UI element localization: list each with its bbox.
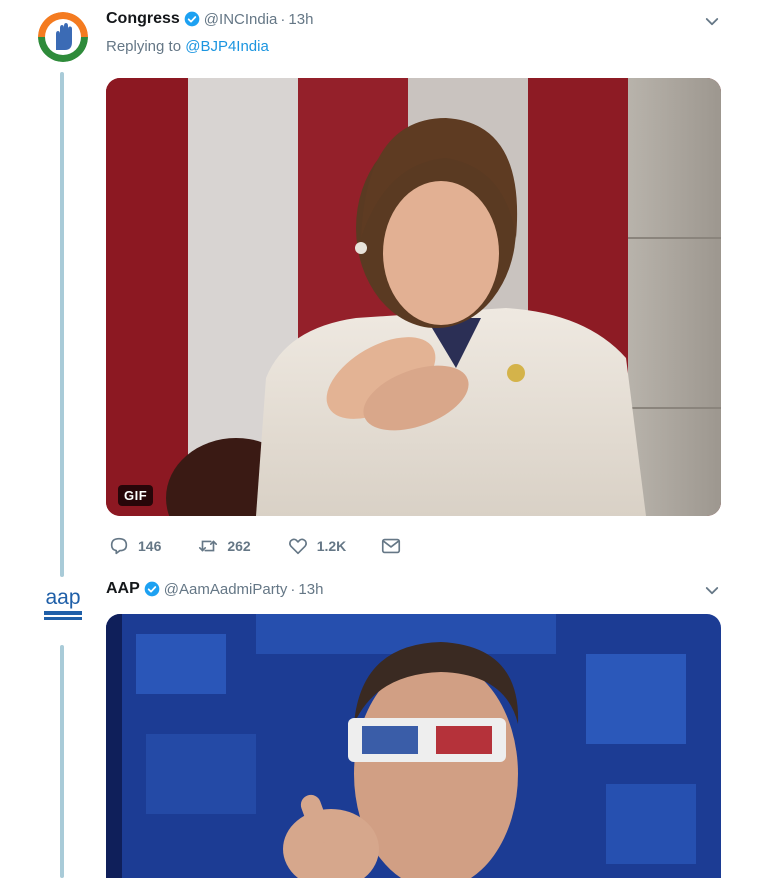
tweet-1-header: Congress @INCIndia · 13h [106,8,313,30]
thread-line-1 [60,72,64,577]
verified-badge-icon [184,11,200,27]
replying-to-link[interactable]: @BJP4India [185,38,269,55]
retweet-count: 262 [227,538,251,554]
retweet-icon [199,540,218,552]
tweet-1-separator: · [280,10,286,28]
tweet-2-time[interactable]: 13h [298,581,323,598]
tweet-2-header: AAP @AamAadmiParty · 13h [106,578,323,600]
chevron-down-icon[interactable] [703,582,721,600]
tweet-1-actions: 146 262 1.2K [108,532,402,560]
heart-icon [288,538,307,555]
tweet-1-name[interactable]: Congress [106,10,180,28]
3d-glasses-man-gif-image [106,614,721,878]
gif-badge: GIF [118,485,154,506]
tweet-1-time[interactable]: 13h [288,11,313,28]
congress-hand-logo-icon [38,12,88,62]
retweet-button[interactable]: 262 [197,535,251,557]
tweet-2-gif-media[interactable] [106,614,721,878]
tweet-1-gif-media[interactable]: GIF [106,78,721,516]
like-count: 1.2K [316,538,347,554]
thread-line-2 [60,645,64,878]
chevron-down-icon[interactable] [703,13,721,31]
envelope-icon [382,538,401,554]
congress-avatar[interactable] [38,12,88,62]
reply-count: 146 [138,538,162,554]
replying-to-line: Replying to @BJP4India [106,38,269,55]
tweet-2-handle[interactable]: @AamAadmiParty [164,581,288,598]
svg-text:aap: aap [45,586,80,609]
tweet-2-separator: · [290,580,296,598]
direct-message-button[interactable] [380,535,402,557]
clapping-woman-gif-image [106,78,721,516]
aap-logo-icon: aap [38,580,88,630]
verified-badge-icon [144,581,160,597]
replying-to-prefix: Replying to [106,38,182,55]
like-button[interactable]: 1.2K [287,535,347,557]
reply-icon [110,537,128,555]
tweet-1-handle[interactable]: @INCIndia [204,11,278,28]
tweet-2-name[interactable]: AAP [106,580,140,598]
aap-avatar[interactable]: aap [38,580,88,630]
reply-button[interactable]: 146 [108,535,161,557]
